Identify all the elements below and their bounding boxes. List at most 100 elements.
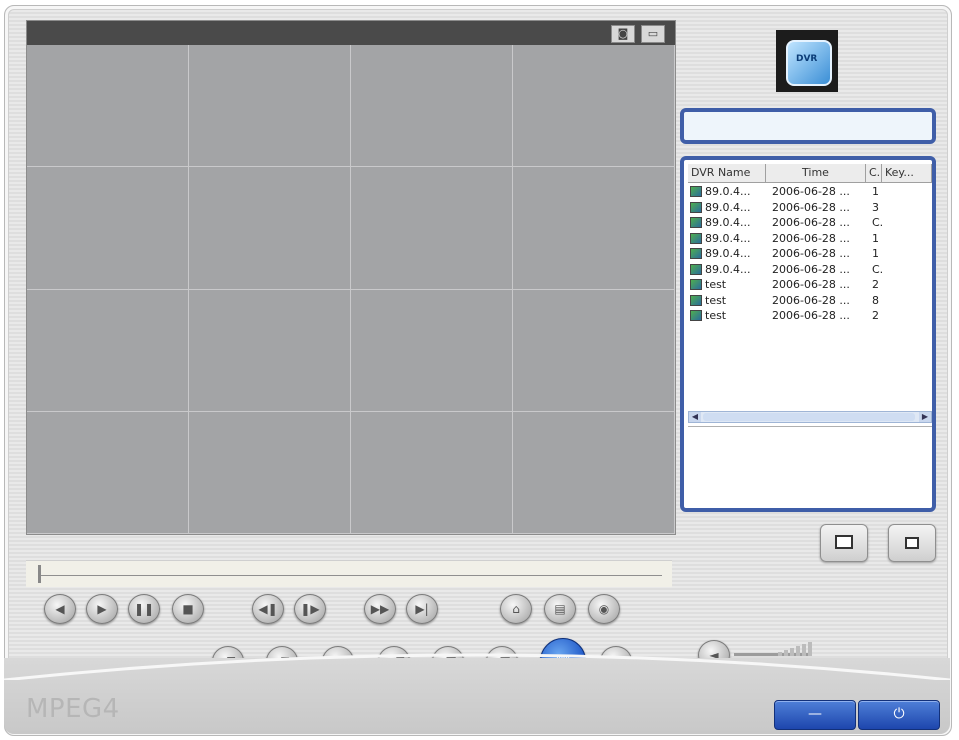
dvr-icon [690, 201, 702, 213]
row-time: 2006-06-28 ... [772, 216, 850, 229]
row-channel: C. [872, 262, 884, 276]
dvr-icon [690, 248, 702, 260]
row-name: test [705, 309, 727, 322]
row-channel: 1 [872, 231, 879, 245]
row-name: 89.0.4... [705, 231, 751, 245]
column-channel[interactable]: C. [866, 164, 882, 182]
dvr-icon [690, 310, 702, 322]
bottom-curve [4, 653, 950, 680]
video-channel-cell[interactable] [513, 167, 675, 290]
row-name: 89.0.4... [705, 200, 751, 214]
fast-forward-icon: ▶▶ [370, 602, 390, 616]
dvr-list-panel: DVR Name Time C. Key... 89.0.4... 2006-06… [680, 156, 936, 512]
video-channel-cell[interactable] [513, 45, 675, 168]
step-forward-icon: ❚▶ [300, 602, 320, 616]
brand-label: MPEG4 [26, 694, 120, 724]
table-row[interactable]: 89.0.4... 2006-06-28 ... C. [688, 262, 932, 278]
column-dvr-name[interactable]: DVR Name [688, 164, 766, 182]
pause-icon: ❚❚ [133, 602, 155, 616]
table-row[interactable]: 89.0.4... 2006-06-28 ... 3 [688, 200, 932, 216]
table-row[interactable]: 89.0.4... 2006-06-28 ... 1 [688, 231, 932, 247]
row-time: 2006-06-28 ... [772, 309, 850, 322]
video-channel-cell[interactable] [27, 167, 189, 290]
row-channel: 2 [872, 309, 879, 322]
play-icon: ▶ [97, 602, 107, 616]
row-channel: 1 [872, 185, 879, 198]
skip-icon: ▶| [415, 602, 429, 616]
row-name: 89.0.4... [705, 216, 751, 229]
record-button[interactable]: ⌂ [500, 594, 532, 624]
video-channel-cell[interactable] [351, 289, 513, 412]
dvr-icon [690, 263, 702, 275]
video-channel-cell[interactable] [27, 289, 189, 412]
scrollbar-thumb[interactable] [703, 413, 915, 421]
dvr-list-header: DVR Name Time C. Key... [688, 164, 932, 183]
horizontal-scrollbar[interactable]: ◀ ▶ [688, 411, 932, 423]
column-time[interactable]: Time [766, 164, 866, 182]
video-channel-cell[interactable] [27, 45, 189, 168]
capture-button[interactable]: ◉ [588, 594, 620, 624]
row-time: 2006-06-28 ... [772, 262, 850, 276]
row-channel: 1 [872, 247, 879, 260]
power-button[interactable]: ⏻ [858, 700, 940, 730]
stop-icon: ■ [182, 602, 194, 616]
step-back-icon: ◀❚ [258, 602, 278, 616]
playback-slider[interactable] [26, 560, 672, 587]
logo-text: DVR [796, 54, 818, 64]
dvr-icon [690, 294, 702, 306]
row-time: 2006-06-28 ... [772, 278, 850, 291]
mpeg4-player-window: ◙ ▭ DVR DVR Name Time C. Key... 89.0.4..… [0, 0, 959, 740]
monitor-icon[interactable]: ▭ [641, 25, 665, 43]
rewind-icon: ◀ [55, 602, 65, 616]
table-row[interactable]: test 2006-06-28 ... 2 [688, 308, 932, 324]
scroll-right-icon[interactable]: ▶ [919, 412, 931, 422]
row-time: 2006-06-28 ... [772, 293, 850, 307]
skip-button[interactable]: ▶| [406, 594, 438, 624]
video-channel-cell[interactable] [351, 411, 513, 534]
row-channel: 8 [872, 293, 879, 307]
stop-button[interactable]: ■ [172, 594, 204, 624]
dvr-icon [690, 279, 702, 291]
display-button[interactable] [820, 524, 868, 562]
table-row[interactable]: 89.0.4... 2006-06-28 ... C. [688, 215, 932, 231]
row-time: 2006-06-28 ... [772, 231, 850, 245]
row-name: 89.0.4... [705, 247, 751, 260]
video-channel-cell[interactable] [27, 411, 189, 534]
video-channel-cell[interactable] [189, 289, 351, 412]
dvr-icon [690, 186, 702, 198]
camera-icon: ◉ [598, 602, 610, 616]
video-channel-cell[interactable] [351, 45, 513, 168]
video-channel-cell[interactable] [189, 167, 351, 290]
dvr-icon [690, 217, 702, 229]
column-key[interactable]: Key... [882, 164, 932, 182]
slider-thumb[interactable] [38, 565, 41, 583]
minimize-button[interactable]: — [774, 700, 856, 730]
dvr-icon [690, 232, 702, 244]
print-button[interactable]: ▤ [544, 594, 576, 624]
snapshot-icon[interactable]: ◙ [611, 25, 635, 43]
table-row[interactable]: test 2006-06-28 ... 2 [688, 277, 932, 293]
app-logo: DVR [776, 30, 838, 92]
step-forward-button[interactable]: ❚▶ [294, 594, 326, 624]
video-channel-cell[interactable] [513, 289, 675, 412]
video-channel-cell[interactable] [189, 45, 351, 168]
video-channel-cell[interactable] [513, 411, 675, 534]
scroll-left-icon[interactable]: ◀ [689, 412, 701, 422]
fast-forward-button[interactable]: ▶▶ [364, 594, 396, 624]
video-channel-cell[interactable] [189, 411, 351, 534]
video-display[interactable]: ◙ ▭ [26, 20, 676, 535]
table-row[interactable]: 89.0.4... 2006-06-28 ... 1 [688, 246, 932, 262]
pause-button[interactable]: ❚❚ [128, 594, 160, 624]
multi-window-button[interactable] [888, 524, 936, 562]
windows-icon [905, 537, 919, 549]
table-row[interactable]: 89.0.4... 2006-06-28 ... 1 [688, 184, 932, 200]
rewind-button[interactable]: ◀ [44, 594, 76, 624]
screen-icon [835, 535, 853, 549]
video-grid [27, 45, 675, 534]
table-row[interactable]: test 2006-06-28 ... 8 [688, 293, 932, 309]
play-button[interactable]: ▶ [86, 594, 118, 624]
video-channel-cell[interactable] [351, 167, 513, 290]
dvr-list-rows: 89.0.4... 2006-06-28 ... 1 89.0.4... 2006-0… [688, 184, 932, 324]
dvr-name-display [680, 108, 936, 144]
step-back-button[interactable]: ◀❚ [252, 594, 284, 624]
